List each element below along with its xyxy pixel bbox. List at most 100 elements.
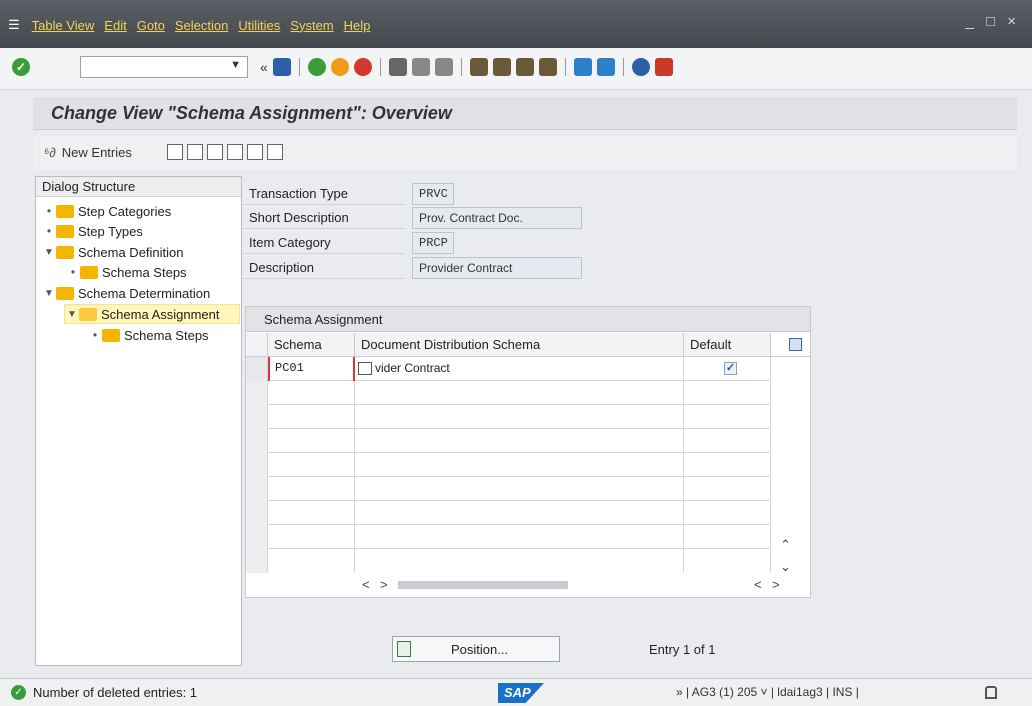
cell-default[interactable] <box>684 429 771 453</box>
cell-doc-schema[interactable] <box>355 549 684 573</box>
menu-edit[interactable]: Edit <box>104 18 136 33</box>
description-value[interactable]: Provider Contract <box>412 257 582 279</box>
table-row[interactable]: PC01 vider Contract ✓ <box>246 357 771 381</box>
tree-node-step-types[interactable]: • Step Types <box>42 221 143 241</box>
row-selector[interactable] <box>246 381 268 405</box>
position-button[interactable]: Position... <box>392 636 560 662</box>
chevron-down-icon[interactable]: ▼ <box>230 59 241 71</box>
select-block-icon[interactable] <box>247 144 263 160</box>
window-controls[interactable]: _ □ × <box>966 13 1021 30</box>
cell-default[interactable] <box>684 381 771 405</box>
menu-icon[interactable]: ☰ <box>8 17 32 33</box>
table-settings-icon[interactable] <box>789 338 802 351</box>
menu-system[interactable]: System <box>290 18 343 33</box>
tree-node-schema-definition[interactable]: ▼ Schema Definition <box>42 242 183 262</box>
row-selector-header[interactable] <box>246 333 268 357</box>
select-all-icon[interactable] <box>227 144 243 160</box>
enter-icon[interactable]: ✓ <box>12 58 30 76</box>
help-icon[interactable] <box>631 58 650 76</box>
tree-node-schema-assignment[interactable]: ▼ Schema Assignment <box>64 304 240 324</box>
undo-change-icon[interactable] <box>207 144 223 160</box>
deselect-all-icon[interactable] <box>267 144 283 160</box>
short-description-value[interactable]: Prov. Contract Doc. <box>412 207 582 229</box>
cell-doc-schema[interactable] <box>355 381 684 405</box>
row-selector[interactable] <box>246 477 268 501</box>
cell-schema[interactable] <box>268 381 355 405</box>
previous-page-icon[interactable] <box>492 58 511 76</box>
chevron-down-icon[interactable]: ▼ <box>42 247 56 258</box>
row-selector[interactable] <box>246 549 268 573</box>
row-selector[interactable] <box>246 405 268 429</box>
cell-schema[interactable]: PC01 <box>268 357 355 381</box>
create-session-icon[interactable] <box>573 58 592 76</box>
default-checkbox[interactable]: ✓ <box>724 362 737 375</box>
tree-node-schema-determination[interactable]: ▼ Schema Determination <box>42 283 210 303</box>
save-icon[interactable] <box>272 58 291 76</box>
item-category-value[interactable]: PRCP <box>412 232 454 254</box>
command-field[interactable]: ▼ <box>80 56 248 78</box>
row-selector[interactable] <box>246 357 268 381</box>
delete-icon[interactable] <box>187 144 203 160</box>
cell-default[interactable] <box>684 477 771 501</box>
cell-schema[interactable] <box>268 549 355 573</box>
row-selector[interactable] <box>246 429 268 453</box>
find-next-icon[interactable] <box>434 58 453 76</box>
scroll-up-icon[interactable]: ⌃ <box>780 537 791 553</box>
customize-layout-icon[interactable] <box>654 58 673 76</box>
menu-table-view[interactable]: Table View <box>32 18 105 33</box>
cell-default[interactable] <box>684 453 771 477</box>
row-selector[interactable] <box>246 501 268 525</box>
column-header-doc-schema[interactable]: Document Distribution Schema <box>355 333 684 357</box>
print-icon[interactable] <box>388 58 407 76</box>
exit-icon[interactable] <box>330 58 349 76</box>
column-scroll-left-icon[interactable]: < <box>754 577 762 592</box>
menu-utilities[interactable]: Utilities <box>238 18 290 33</box>
cell-doc-schema[interactable] <box>355 525 684 549</box>
next-page-icon[interactable] <box>515 58 534 76</box>
table-row[interactable] <box>246 405 771 429</box>
tree-node-schema-steps[interactable]: • Schema Steps <box>66 262 187 282</box>
back-icon[interactable] <box>307 58 326 76</box>
menu-goto[interactable]: Goto <box>137 18 175 33</box>
column-scroll-right-icon[interactable]: > <box>772 577 780 592</box>
cell-doc-schema[interactable] <box>355 453 684 477</box>
table-row[interactable] <box>246 381 771 405</box>
back-double-icon[interactable]: « <box>260 59 268 75</box>
cancel-icon[interactable] <box>353 58 372 76</box>
copy-as-icon[interactable] <box>167 144 183 160</box>
chevron-down-icon[interactable]: ▼ <box>65 309 79 320</box>
status-message[interactable]: Number of deleted entries: 1 <box>33 685 197 700</box>
scroll-down-icon[interactable]: ⌄ <box>780 559 791 575</box>
scroll-right-icon[interactable]: > <box>380 577 388 592</box>
menu-selection[interactable]: Selection <box>175 18 238 33</box>
cell-schema[interactable] <box>268 405 355 429</box>
menu-help[interactable]: Help <box>344 18 381 33</box>
table-row[interactable] <box>246 549 771 573</box>
row-selector[interactable] <box>246 453 268 477</box>
cell-schema[interactable] <box>268 453 355 477</box>
cell-schema[interactable] <box>268 429 355 453</box>
cell-schema[interactable] <box>268 501 355 525</box>
table-row[interactable] <box>246 429 771 453</box>
horizontal-scrollbar[interactable] <box>398 581 568 589</box>
tree-node-step-categories[interactable]: • Step Categories <box>42 201 171 221</box>
last-page-icon[interactable] <box>538 58 557 76</box>
table-row[interactable] <box>246 501 771 525</box>
cell-default[interactable] <box>684 549 771 573</box>
chevron-down-icon[interactable]: ▼ <box>42 288 56 299</box>
scroll-left-icon[interactable]: < <box>362 577 370 592</box>
table-row[interactable] <box>246 453 771 477</box>
cell-doc-schema[interactable] <box>355 405 684 429</box>
system-info[interactable]: » | AG3 (1) 205 ˅ | ldai1ag3 | INS | <box>676 685 859 699</box>
find-icon[interactable] <box>411 58 430 76</box>
new-entries-button[interactable]: ⁶∂ New Entries <box>44 145 132 160</box>
cell-schema[interactable] <box>268 477 355 501</box>
column-header-default[interactable]: Default <box>684 333 771 357</box>
table-row[interactable] <box>246 477 771 501</box>
row-selector[interactable] <box>246 525 268 549</box>
value-help-icon[interactable] <box>358 362 372 375</box>
tree-node-schema-steps-2[interactable]: • Schema Steps <box>88 325 209 345</box>
cell-doc-schema[interactable] <box>355 429 684 453</box>
cell-doc-schema[interactable] <box>355 501 684 525</box>
shortcut-icon[interactable] <box>596 58 615 76</box>
